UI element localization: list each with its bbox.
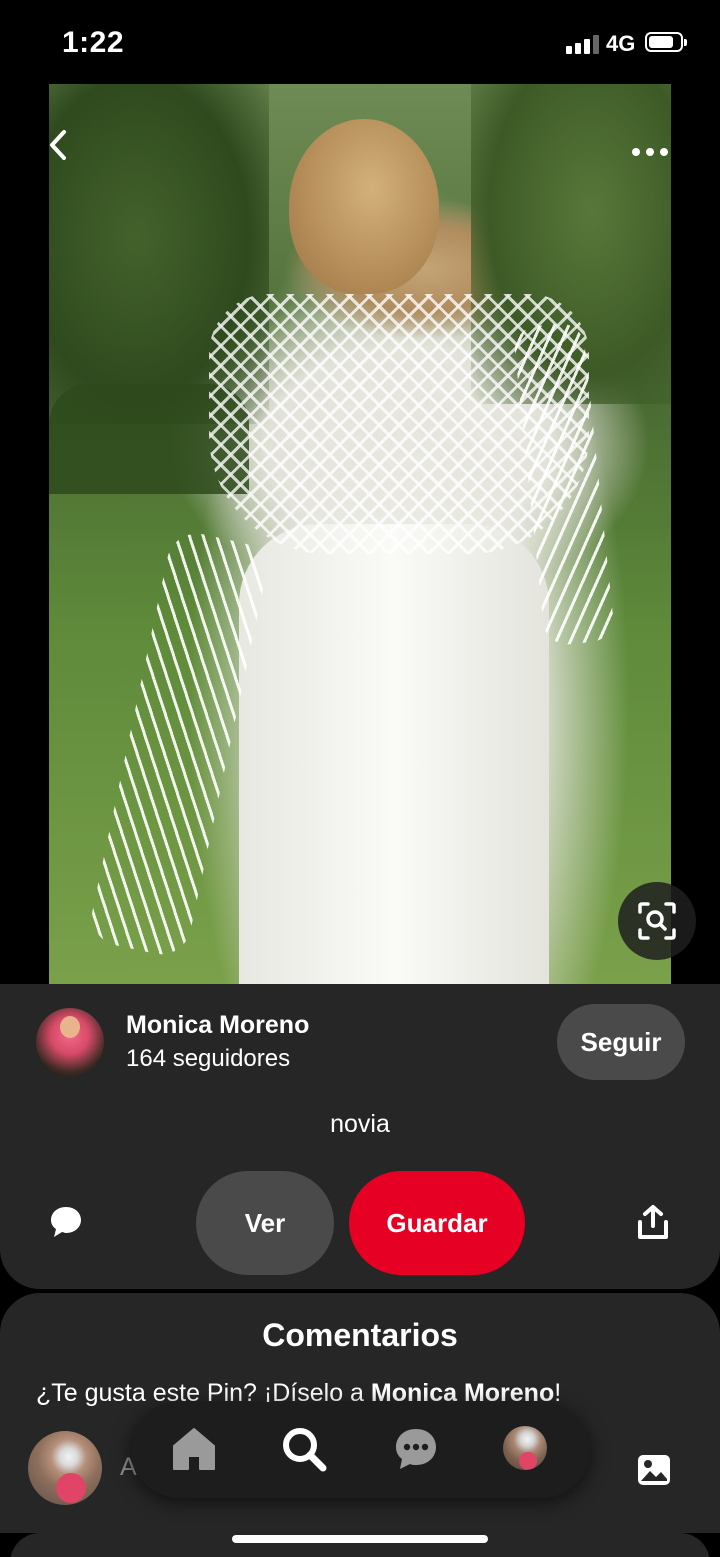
battery-icon [645, 32, 687, 52]
back-chevron-icon[interactable] [44, 128, 74, 162]
visual-search-icon[interactable] [618, 882, 696, 960]
bottom-tab-bar [131, 1402, 590, 1498]
pin-info-card: Monica Moreno 164 seguidores Seguir novi… [0, 984, 720, 1289]
signal-icon [566, 34, 600, 54]
pin-detail-screen: 1:22 4G Monica Moreno 164 seguidores Seg… [0, 0, 720, 1557]
image-dress [239, 524, 549, 984]
profile-avatar[interactable] [503, 1426, 547, 1470]
messages-icon[interactable] [391, 1424, 441, 1474]
network-type: 4G [606, 31, 636, 56]
pin-image[interactable] [49, 84, 671, 984]
home-icon[interactable] [169, 1424, 219, 1474]
status-time: 1:22 [62, 26, 125, 59]
search-icon[interactable] [279, 1424, 329, 1474]
status-bar: 1:22 4G [0, 0, 720, 84]
more-options-icon[interactable] [630, 142, 670, 162]
current-user-avatar [28, 1431, 102, 1505]
image-crochet-shawl [209, 294, 589, 554]
share-icon[interactable] [636, 1204, 670, 1242]
save-button[interactable]: Guardar [349, 1171, 525, 1275]
creator-followers: 164 seguidores [126, 1045, 291, 1072]
view-button[interactable]: Ver [196, 1171, 334, 1275]
creator-name[interactable]: Monica Moreno [126, 1011, 309, 1040]
photo-icon[interactable] [636, 1453, 672, 1487]
comments-prompt-suffix: ! [554, 1379, 562, 1407]
home-indicator [232, 1535, 488, 1543]
creator-avatar[interactable] [36, 1008, 104, 1076]
image-head [289, 119, 439, 294]
comments-title: Comentarios [262, 1317, 458, 1353]
pin-title: novia [330, 1110, 390, 1138]
follow-button[interactable]: Seguir [557, 1004, 685, 1080]
comment-icon[interactable] [48, 1204, 84, 1240]
